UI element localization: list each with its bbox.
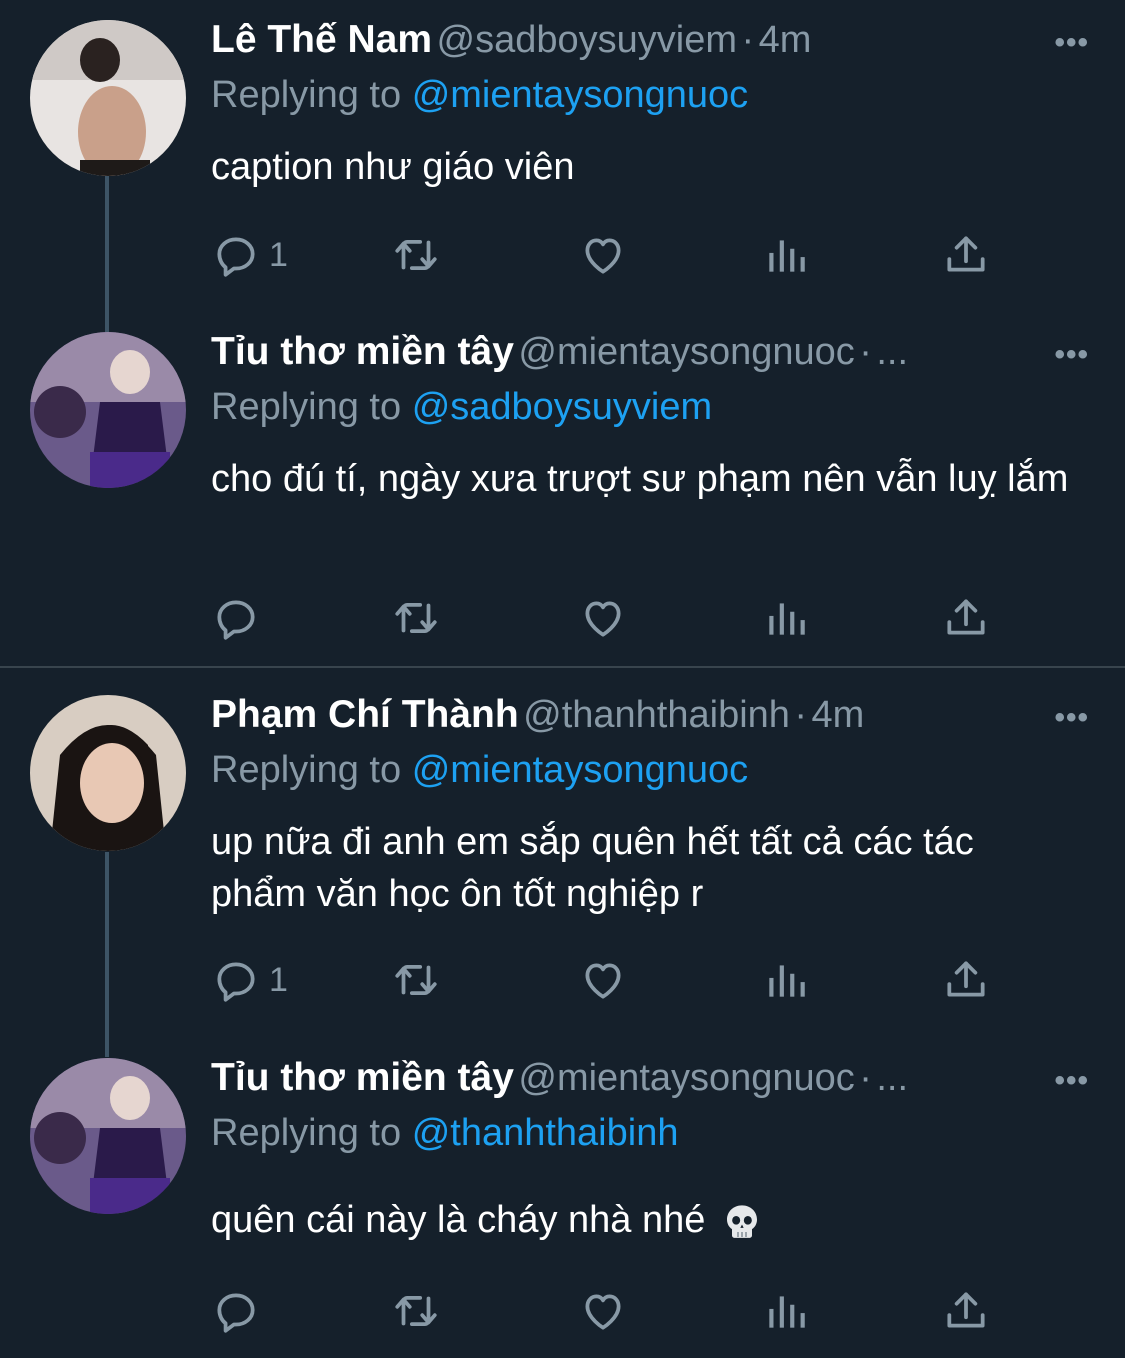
bar-chart-icon xyxy=(769,1296,805,1328)
like-button[interactable] xyxy=(578,225,628,285)
share-upload-icon xyxy=(947,961,985,997)
reply-button[interactable] xyxy=(211,1281,269,1341)
retweet-icon xyxy=(395,965,437,995)
speech-bubble-icon xyxy=(217,1293,255,1333)
tweet-actions xyxy=(211,1281,1011,1341)
replying-label: Replying to xyxy=(211,74,402,116)
display-name[interactable]: Phạm Chí Thành xyxy=(211,693,519,736)
replying-label: Replying to xyxy=(211,1112,402,1154)
tweet-text: quên cái này là cháy nhà nhé xyxy=(211,1199,706,1241)
avatar[interactable] xyxy=(30,695,186,851)
speech-bubble-icon xyxy=(217,237,255,277)
speech-bubble-icon xyxy=(217,600,255,640)
divider xyxy=(0,666,1125,668)
skull-emoji-icon xyxy=(726,1205,757,1238)
share-button[interactable] xyxy=(941,950,991,1010)
replying-to: Replying to @sadboysuyviem xyxy=(211,386,712,429)
reply-button[interactable]: 1 xyxy=(211,950,288,1010)
share-upload-icon xyxy=(947,1292,985,1328)
tweet[interactable]: Lê Thế Nam @sadboysuyviem · 4m ••• Reply… xyxy=(0,18,1125,308)
analytics-button[interactable] xyxy=(761,225,811,285)
tweet-text-container: quên cái này là cháy nhà nhé xyxy=(211,1194,1071,1246)
separator: · xyxy=(859,331,872,373)
tweet-header: Phạm Chí Thành @thanhthaibinh · 4m xyxy=(211,693,1097,753)
share-upload-icon xyxy=(947,599,985,635)
like-button[interactable] xyxy=(578,588,628,648)
tweet-text: caption như giáo viên xyxy=(211,146,575,188)
tweet-header: Lê Thế Nam @sadboysuyviem · 4m xyxy=(211,18,1097,78)
username[interactable]: @mientaysongnuoc xyxy=(518,1057,854,1099)
tweet-actions xyxy=(211,588,1011,648)
username[interactable]: @sadboysuyviem xyxy=(437,19,737,61)
reply-count: 1 xyxy=(269,235,288,274)
username[interactable]: @thanhthaibinh xyxy=(523,694,790,736)
replying-label: Replying to xyxy=(211,386,402,428)
retweet-button[interactable] xyxy=(391,1281,441,1341)
retweet-button[interactable] xyxy=(391,588,441,648)
speech-bubble-icon xyxy=(217,962,255,1002)
display-name[interactable]: Tỉu thơ miền tây xyxy=(211,1056,514,1099)
tweet-actions: 1 xyxy=(211,950,1011,1010)
replying-label: Replying to xyxy=(211,749,402,791)
heart-icon xyxy=(585,1294,621,1330)
heart-icon xyxy=(585,601,621,637)
retweet-icon xyxy=(395,1296,437,1326)
like-button[interactable] xyxy=(578,1281,628,1341)
analytics-button[interactable] xyxy=(761,950,811,1010)
reply-button[interactable] xyxy=(211,588,269,648)
replying-to: Replying to @mientaysongnuoc xyxy=(211,74,748,117)
more-options-icon[interactable]: ••• xyxy=(1054,701,1089,735)
replying-to: Replying to @mientaysongnuoc xyxy=(211,749,748,792)
username[interactable]: @mientaysongnuoc xyxy=(518,331,854,373)
tweet[interactable]: Tỉu thơ miền tây @mientaysongnuoc · ... … xyxy=(0,330,1125,660)
retweet-icon xyxy=(395,240,437,270)
bar-chart-icon xyxy=(769,603,805,635)
display-name[interactable]: Lê Thế Nam xyxy=(211,18,432,61)
mention-link[interactable]: @mientaysongnuoc xyxy=(412,749,748,791)
tweet-text: cho đú tí, ngày xưa trượt sư phạm nên vẫ… xyxy=(211,458,1069,500)
retweet-button[interactable] xyxy=(391,225,441,285)
more-options-icon[interactable]: ••• xyxy=(1054,26,1089,60)
tweet-header: Tỉu thơ miền tây @mientaysongnuoc · ... xyxy=(211,1056,1097,1116)
more-options-icon[interactable]: ••• xyxy=(1054,338,1089,372)
tweet-actions: 1 xyxy=(211,225,1011,285)
display-name[interactable]: Tỉu thơ miền tây xyxy=(211,330,514,373)
retweet-icon xyxy=(395,603,437,633)
analytics-button[interactable] xyxy=(761,1281,811,1341)
timestamp[interactable]: 4m xyxy=(759,19,812,61)
more-options-icon[interactable]: ••• xyxy=(1054,1064,1089,1098)
share-button[interactable] xyxy=(941,588,991,648)
like-button[interactable] xyxy=(578,950,628,1010)
tweet[interactable]: Phạm Chí Thành @thanhthaibinh · 4m ••• R… xyxy=(0,693,1125,1023)
avatar[interactable] xyxy=(30,332,186,488)
timestamp[interactable]: ... xyxy=(876,331,908,373)
analytics-button[interactable] xyxy=(761,588,811,648)
replying-to: Replying to @thanhthaibinh xyxy=(211,1112,678,1155)
tweet-header: Tỉu thơ miền tây @mientaysongnuoc · ... xyxy=(211,330,1097,390)
tweet-text: up nữa đi anh em sắp quên hết tất cả các… xyxy=(211,821,974,915)
tweet[interactable]: Tỉu thơ miền tây @mientaysongnuoc · ... … xyxy=(0,1056,1125,1356)
avatar[interactable] xyxy=(30,20,186,176)
mention-link[interactable]: @sadboysuyviem xyxy=(412,386,712,428)
retweet-button[interactable] xyxy=(391,950,441,1010)
share-button[interactable] xyxy=(941,1281,991,1341)
heart-icon xyxy=(585,963,621,999)
bar-chart-icon xyxy=(769,240,805,272)
mention-link[interactable]: @thanhthaibinh xyxy=(412,1112,679,1154)
avatar[interactable] xyxy=(30,1058,186,1214)
bar-chart-icon xyxy=(769,965,805,997)
share-upload-icon xyxy=(947,236,985,272)
heart-icon xyxy=(585,238,621,274)
mention-link[interactable]: @mientaysongnuoc xyxy=(412,74,748,116)
reply-count: 1 xyxy=(269,960,288,999)
reply-button[interactable]: 1 xyxy=(211,225,288,285)
timestamp[interactable]: 4m xyxy=(811,694,864,736)
separator: · xyxy=(859,1057,872,1099)
share-button[interactable] xyxy=(941,225,991,285)
separator: · xyxy=(741,19,755,61)
separator: · xyxy=(794,694,808,736)
timestamp[interactable]: ... xyxy=(876,1057,908,1099)
